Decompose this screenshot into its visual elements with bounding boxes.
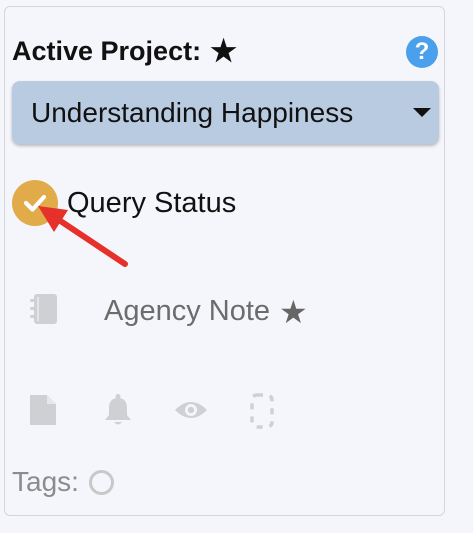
phone-icon[interactable] (249, 393, 275, 434)
agency-note-row[interactable]: Agency Note ★ (28, 292, 308, 331)
add-tag-circle-icon[interactable] (88, 469, 114, 495)
notebook-icon[interactable] (28, 292, 60, 331)
project-select[interactable]: Understanding Happiness (12, 81, 439, 144)
active-project-header: Active Project: ★ (12, 36, 237, 67)
project-select-value: Understanding Happiness (31, 96, 354, 128)
eye-icon[interactable] (174, 397, 208, 428)
help-icon[interactable]: ? (406, 36, 438, 68)
document-icon[interactable] (28, 393, 58, 432)
active-project-title: Active Project: (12, 36, 202, 66)
agency-note-label: Agency Note (104, 295, 271, 327)
star-icon[interactable]: ★ (279, 296, 308, 328)
annotation-arrow-icon (38, 206, 128, 267)
tags-label: Tags: (12, 466, 79, 497)
tags-row: Tags: (12, 466, 114, 498)
caret-down-icon (413, 108, 431, 117)
bell-icon[interactable] (101, 393, 135, 432)
star-icon[interactable]: ★ (210, 36, 237, 67)
